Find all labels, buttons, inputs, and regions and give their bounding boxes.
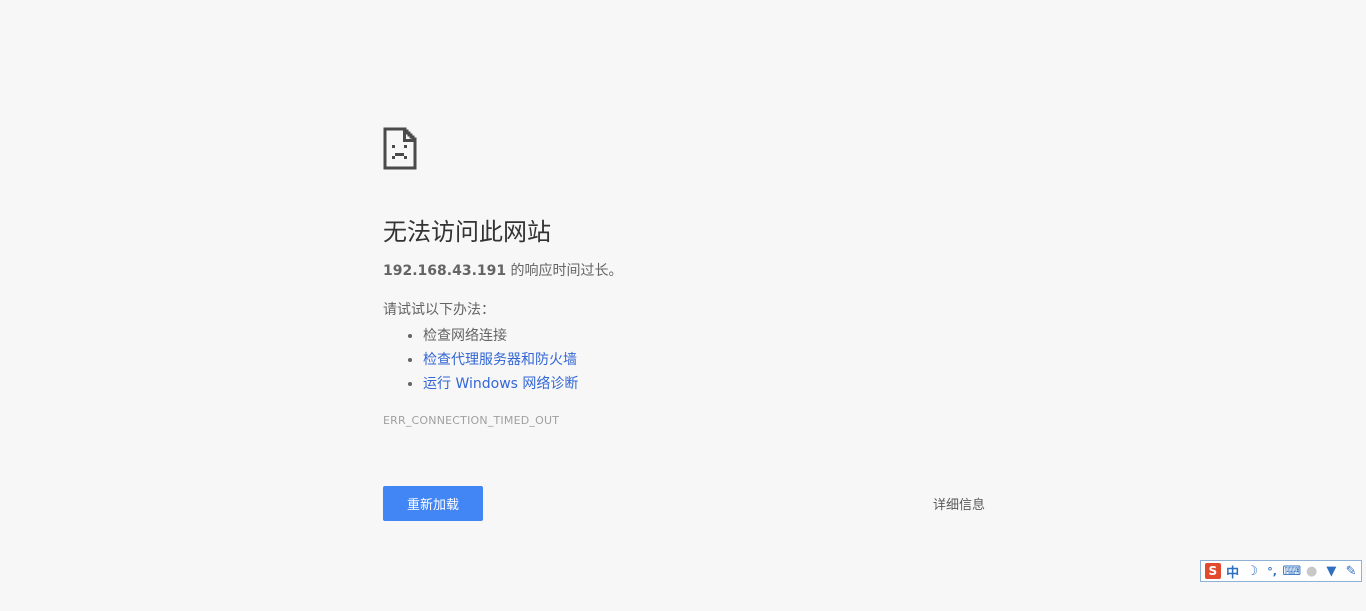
- sad-page-icon: [383, 127, 417, 170]
- user-icon[interactable]: ●: [1302, 562, 1322, 580]
- ime-mode-button[interactable]: 中: [1223, 562, 1243, 581]
- error-content: 无法访问此网站 192.168.43.191 的响应时间过长。 请试试以下办法：…: [383, 127, 983, 427]
- suggestion-check-network: 检查网络连接: [423, 328, 507, 344]
- ime-toolbar: S 中 ☽ °, ⌨ ● ▼ ✎: [1200, 560, 1362, 582]
- reload-button[interactable]: 重新加载: [383, 486, 483, 521]
- details-button[interactable]: 详细信息: [915, 486, 985, 521]
- error-code: ERR_CONNECTION_TIMED_OUT: [383, 414, 560, 427]
- sogou-logo-icon: S: [1204, 563, 1221, 579]
- list-item: 检查代理服务器和防火墙: [423, 348, 983, 372]
- browser-error-page: 无法访问此网站 192.168.43.191 的响应时间过长。 请试试以下办法：…: [0, 0, 1366, 611]
- link-windows-diagnostics[interactable]: 运行 Windows 网络诊断: [423, 376, 578, 392]
- punctuation-icon[interactable]: °,: [1262, 562, 1282, 580]
- keyboard-icon[interactable]: ⌨: [1282, 562, 1302, 580]
- suggestions-list: 检查网络连接 检查代理服务器和防火墙 运行 Windows 网络诊断: [383, 324, 983, 396]
- list-item: 运行 Windows 网络诊断: [423, 372, 983, 396]
- host-address: 192.168.43.191: [383, 263, 507, 279]
- skin-icon[interactable]: ▼: [1322, 562, 1342, 580]
- tools-icon[interactable]: ✎: [1341, 562, 1361, 580]
- link-check-proxy-firewall[interactable]: 检查代理服务器和防火墙: [423, 352, 577, 368]
- suggestions-heading: 请试试以下办法：: [383, 302, 495, 318]
- ime-logo-button[interactable]: S: [1203, 562, 1223, 580]
- page-title: 无法访问此网站: [383, 218, 551, 246]
- list-item: 检查网络连接: [423, 324, 983, 348]
- error-summary: 192.168.43.191 的响应时间过长。: [383, 261, 983, 281]
- summary-text: 的响应时间过长。: [506, 263, 623, 279]
- moon-icon[interactable]: ☽: [1243, 562, 1263, 580]
